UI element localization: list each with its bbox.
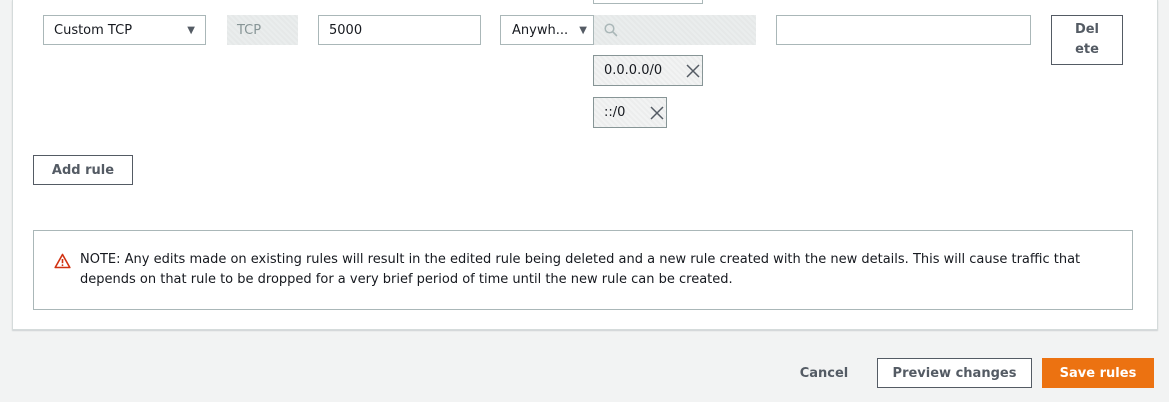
cidr-search-input[interactable] [594,15,756,45]
delete-label-line1: Del [1074,22,1100,37]
port-range-input[interactable]: 5000 [318,15,481,45]
note-text: NOTE: Any edits made on existing rules w… [80,252,1081,287]
cidr-token: ::/0 [593,97,667,128]
edit-warning-note: NOTE: Any edits made on existing rules w… [33,230,1133,310]
caret-down-icon: ▼ [579,24,587,36]
source-value: Anywh... [512,22,569,38]
preview-changes-button[interactable]: Preview changes [877,358,1032,388]
caret-down-icon: ▼ [187,24,195,36]
port-range-value: 5000 [329,22,363,38]
add-rule-button[interactable]: Add rule [33,155,133,185]
delete-label-line2: ete [1075,42,1099,57]
search-icon [604,23,618,37]
description-input[interactable] [776,15,1031,45]
save-rules-button[interactable]: Save rules [1042,358,1154,388]
cancel-button[interactable]: Cancel [786,358,862,388]
delete-rule-button[interactable]: Del ete [1051,15,1123,65]
cidr-token-label: 0.0.0.0/0 [604,63,663,78]
cidr-token-label: ::/0 [604,105,626,120]
warning-icon [54,253,71,269]
source-dropdown-remnant [593,0,703,4]
close-icon[interactable] [684,62,702,80]
rule-type-value: Custom TCP [54,22,133,38]
rule-type-select[interactable]: Custom TCP ▼ [43,15,206,45]
cidr-token: 0.0.0.0/0 [593,55,703,86]
close-icon[interactable] [648,104,666,122]
source-select[interactable]: Anywh... ▼ [500,15,594,45]
protocol-field: TCP [227,15,298,45]
